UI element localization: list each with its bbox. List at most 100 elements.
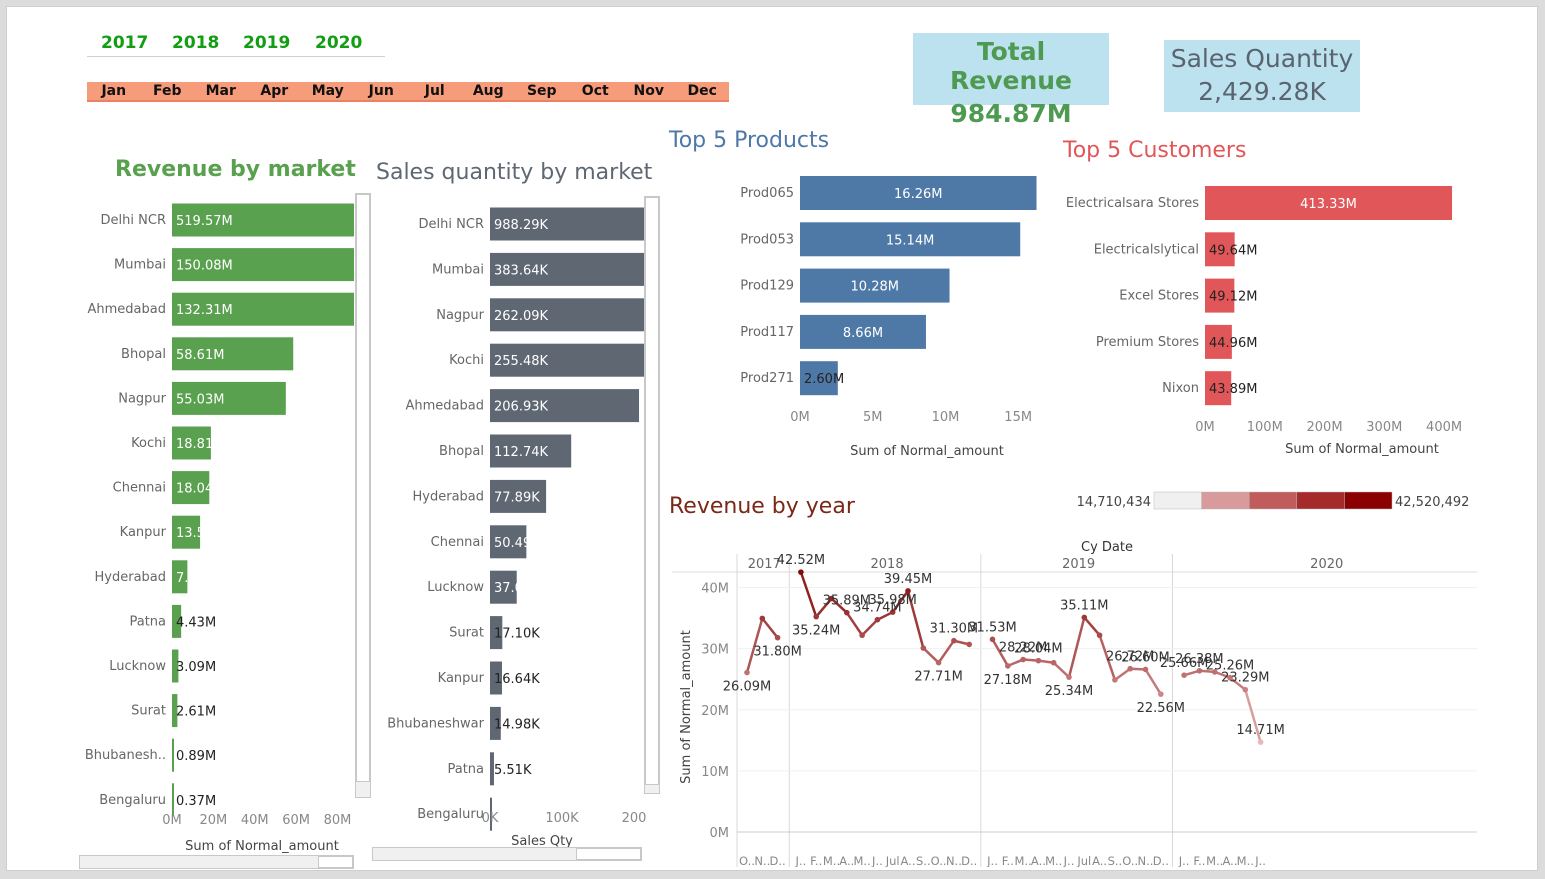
revenue-market-hscroll[interactable] <box>79 855 354 869</box>
revenue-year-legend-max: 42,520,492 <box>1395 495 1469 510</box>
year-filter-2020[interactable]: 2020 <box>315 33 362 53</box>
revenue-by-market-title: Revenue by market <box>115 157 356 182</box>
year-filter: 2017 2018 2019 2020 <box>87 27 385 57</box>
month-filter-feb[interactable]: Feb <box>141 83 195 99</box>
month-filter-may[interactable]: May <box>301 83 355 99</box>
revenue-market-data-label: 58.61M <box>176 348 224 363</box>
revenue-year-point <box>1020 656 1026 663</box>
revenue-year-header: Cy Date <box>1081 540 1133 555</box>
top-customers-category-label: Premium Stores <box>1096 335 1199 350</box>
top-products-data-label: 2.60M <box>804 372 844 387</box>
revenue-year-line-segment <box>761 617 779 639</box>
qty-market-category-label: Bhopal <box>439 444 484 459</box>
revenue-market-category-label: Patna <box>129 614 166 629</box>
month-filter-jul[interactable]: Jul <box>408 83 462 99</box>
qty-market-vscroll-thumb[interactable] <box>645 197 659 785</box>
top-customers-data-label: 49.12M <box>1209 290 1257 305</box>
year-filter-2017[interactable]: 2017 <box>101 33 148 53</box>
revenue-market-data-label: 3.09M <box>176 660 216 675</box>
revenue-market-category-label: Ahmedabad <box>88 302 166 317</box>
revenue-market-vscroll-thumb[interactable] <box>356 194 370 782</box>
qty-market-data-label: 988.29K <box>494 218 548 233</box>
month-filter-jan[interactable]: Jan <box>87 83 141 99</box>
revenue-year-point <box>966 641 972 648</box>
top-products-data-label: 8.66M <box>843 326 883 341</box>
month-filter-oct[interactable]: Oct <box>569 83 623 99</box>
revenue-year-month-label: S.. <box>1108 854 1123 867</box>
revenue-market-data-label: 150.08M <box>176 259 233 274</box>
kpi-sales-quantity-label: Sales Quantity <box>1170 44 1354 73</box>
revenue-year-point <box>1050 659 1057 666</box>
qty-market-data-label: 5.51K <box>494 763 532 778</box>
revenue-market-hscroll-thumb[interactable] <box>318 856 353 868</box>
top-products-data-label: 15.14M <box>886 233 934 248</box>
month-filter-aug[interactable]: Aug <box>462 83 516 99</box>
revenue-market-tick-label: 60M <box>282 813 310 828</box>
kpi-sales-quantity: Sales Quantity 2,429.28K <box>1164 40 1360 112</box>
qty-market-category-label: Lucknow <box>427 580 484 595</box>
revenue-year-legend-min: 14,710,434 <box>1077 495 1151 510</box>
revenue-year-month-label: M.. <box>1014 854 1031 867</box>
qty-market-category-label: Patna <box>447 762 484 777</box>
revenue-year-point <box>1142 666 1149 673</box>
revenue-year-legend-swatch <box>1153 491 1202 510</box>
month-filter-mar[interactable]: Mar <box>194 83 248 99</box>
revenue-market-category-label: Chennai <box>113 481 166 496</box>
revenue-year-data-label: 28.04M <box>1014 642 1062 657</box>
revenue-year-month-label: N.. <box>754 854 770 867</box>
top-products-title: Top 5 Products <box>669 128 830 153</box>
qty-market-category-label: Bhubaneshwar <box>387 716 484 731</box>
dashboard-canvas: 2017 2018 2019 2020 Jan Feb Mar Apr May … <box>6 6 1538 871</box>
revenue-year-data-label: 31.53M <box>968 620 1016 635</box>
kpi-total-revenue: Total Revenue 984.87M <box>913 33 1109 128</box>
revenue-year-point <box>1127 665 1133 672</box>
revenue-market-vscroll[interactable] <box>355 193 371 798</box>
month-filter-sep[interactable]: Sep <box>515 83 569 99</box>
revenue-market-category-label: Bhopal <box>121 347 166 362</box>
revenue-year-year-label: 2020 <box>1310 557 1343 572</box>
revenue-year-data-label: 25.34M <box>1045 684 1093 699</box>
month-filter-dec[interactable]: Dec <box>676 83 730 99</box>
sales-qty-by-market-chart: Delhi NCR 988.29K Mumbai 383.64K Nagpur 262.0… <box>387 207 647 849</box>
revenue-year-legend-swatch <box>1201 491 1250 510</box>
month-filter-jun[interactable]: Jun <box>355 83 409 99</box>
revenue-year-point <box>1257 739 1264 745</box>
revenue-year-data-label: 27.71M <box>914 670 962 685</box>
revenue-year-tick-label: 40M <box>701 582 729 597</box>
revenue-market-category-label: Nagpur <box>118 391 166 406</box>
top-customers-tick-label: 100M <box>1247 420 1283 435</box>
year-filter-2019[interactable]: 2019 <box>243 33 290 53</box>
top-customers-title: Top 5 Customers <box>1063 138 1247 163</box>
revenue-year-point <box>844 609 850 616</box>
qty-market-hscroll[interactable] <box>372 847 642 861</box>
month-filter-apr[interactable]: Apr <box>248 83 302 99</box>
revenue-market-category-label: Bhubanesh.. <box>85 748 166 763</box>
top-customers-tick-label: 200M <box>1307 420 1343 435</box>
qty-market-hscroll-thumb[interactable] <box>576 848 641 860</box>
revenue-year-month-label: O.. <box>739 854 755 867</box>
kpi-sales-quantity-value: 2,429.28K <box>1198 77 1326 106</box>
revenue-year-line-segment <box>799 571 818 618</box>
revenue-by-market-chart: Delhi NCR 519.57M Mumbai 150.08M Ahmedabad 13… <box>85 203 354 854</box>
revenue-year-line-segment <box>922 647 940 664</box>
revenue-year-month-label: J.. <box>986 854 998 867</box>
revenue-market-data-label: 519.57M <box>176 214 233 229</box>
revenue-year-data-label: 22.56M <box>1137 701 1185 716</box>
top-customers-data-label: 44.96M <box>1209 336 1257 351</box>
revenue-year-line-segment <box>1052 661 1070 679</box>
qty-market-tick-label: 200 <box>622 811 647 826</box>
revenue-year-point <box>989 636 996 643</box>
revenue-year-month-label: D.. <box>1153 854 1169 867</box>
year-filter-2018[interactable]: 2018 <box>172 33 219 53</box>
revenue-year-point <box>1081 614 1088 621</box>
qty-market-vscroll[interactable] <box>644 196 660 794</box>
revenue-market-data-label: 0.89M <box>176 749 216 764</box>
revenue-year-point <box>1181 672 1187 678</box>
top-products-tick-label: 10M <box>932 410 960 425</box>
revenue-market-data-label: 13.58M <box>176 526 224 541</box>
top-customers-data-label: 49.64M <box>1209 243 1257 258</box>
qty-market-category-label: Chennai <box>431 535 484 550</box>
month-filter-nov[interactable]: Nov <box>622 83 676 99</box>
revenue-year-point <box>1035 657 1042 664</box>
revenue-market-data-label: 7.44M <box>176 571 216 586</box>
